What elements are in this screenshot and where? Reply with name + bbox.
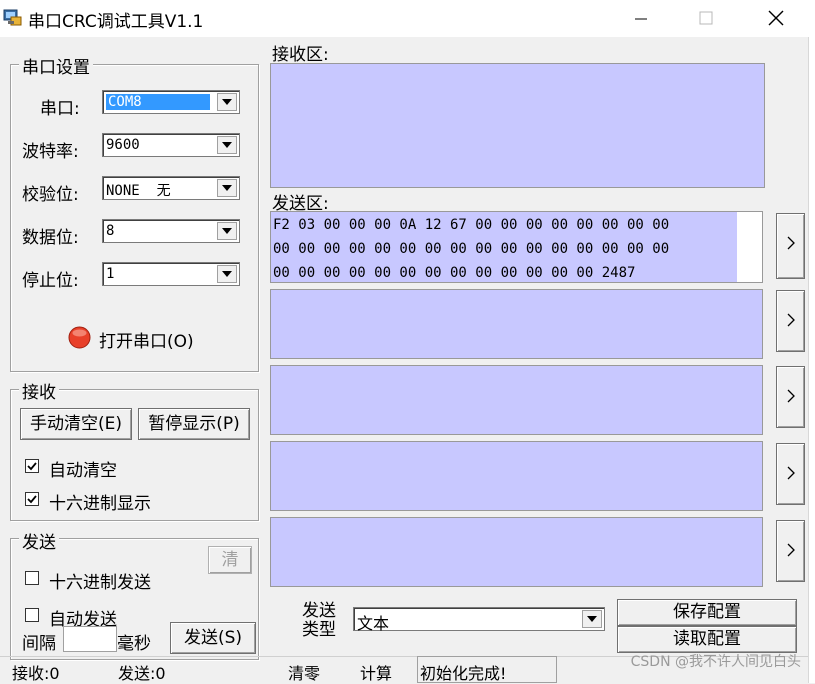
stopbits-select[interactable]: 1 (102, 262, 240, 286)
port-select[interactable]: COM8 (102, 90, 240, 114)
baud-value: 9600 (106, 137, 140, 153)
send-textarea-4[interactable] (270, 441, 763, 511)
save-config-button[interactable]: 保存配置 (617, 599, 797, 626)
open-port-label: 打开串口(O) (99, 332, 194, 352)
open-port-button[interactable]: 打开串口(O) (68, 325, 218, 352)
minimize-icon (635, 18, 647, 20)
checkmark-icon (27, 462, 37, 471)
chevron-right-icon (787, 543, 795, 557)
send-type-select[interactable]: 文本 (353, 607, 605, 633)
parity-value: NONE 无 (106, 183, 171, 199)
baud-label: 波特率: (22, 142, 79, 162)
parity-dropdown-button[interactable] (217, 179, 237, 197)
manual-clear-button[interactable]: 手动清空(E) (20, 408, 132, 440)
baud-dropdown-button[interactable] (217, 136, 237, 154)
maximize-button[interactable] (676, 0, 736, 37)
hex-send-checkbox[interactable] (25, 571, 39, 585)
send-textarea-2[interactable] (270, 289, 763, 359)
interval-input[interactable] (63, 626, 117, 652)
chevron-right-icon (787, 466, 795, 480)
port-dropdown-button[interactable] (217, 93, 237, 111)
chevron-down-icon (587, 616, 597, 622)
stop-circle-icon (68, 326, 91, 349)
send-row-5-button[interactable] (776, 520, 805, 582)
send-row-3-button[interactable] (776, 366, 805, 428)
stopbits-dropdown-button[interactable] (217, 265, 237, 283)
pause-display-button[interactable]: 暂停显示(P) (138, 408, 250, 440)
stopbits-value: 1 (106, 266, 115, 282)
window-edge (808, 37, 815, 683)
send-row-1-button[interactable] (776, 213, 805, 279)
chevron-down-icon (222, 228, 232, 234)
send-textarea-5[interactable] (270, 517, 763, 587)
parity-label: 校验位: (22, 185, 79, 205)
load-config-button[interactable]: 读取配置 (617, 626, 797, 653)
serial-settings-title: 串口设置 (19, 53, 93, 78)
send-group-title: 发送 (19, 528, 59, 553)
hex-display-checkbox[interactable] (25, 492, 39, 506)
interval-label: 间隔 (22, 634, 56, 654)
send-type-label-1: 发送 (302, 601, 336, 621)
close-button[interactable] (746, 0, 806, 37)
app-icon[interactable] (3, 7, 23, 27)
stopbits-label: 停止位: (22, 271, 79, 291)
status-calc-button[interactable]: 计算 (360, 660, 392, 684)
send-box-1[interactable]: F2 03 00 00 00 0A 12 67 00 00 00 00 00 0… (270, 211, 763, 283)
interval-unit: 毫秒 (117, 634, 151, 654)
send-type-label-2: 类型 (302, 620, 336, 640)
chevron-down-icon (222, 99, 232, 105)
watermark: CSDN @我不许人间见白头 (630, 654, 801, 670)
chevron-right-icon (787, 389, 795, 403)
send-type-dropdown-button[interactable] (582, 610, 602, 628)
receive-group-title: 接收 (19, 378, 59, 403)
window-title: 串口CRC调试工具V1.1 (28, 12, 204, 32)
databits-dropdown-button[interactable] (217, 222, 237, 240)
auto-clear-checkbox[interactable] (25, 459, 39, 473)
parity-select[interactable]: NONE 无 (102, 176, 240, 200)
hex-send-label: 十六进制发送 (49, 573, 151, 593)
auto-clear-label: 自动清空 (49, 461, 117, 481)
minimize-button[interactable] (611, 0, 671, 37)
port-label: 串口: (40, 99, 80, 119)
send-textarea-1[interactable]: F2 03 00 00 00 0A 12 67 00 00 00 00 00 0… (271, 212, 737, 282)
baud-select[interactable]: 9600 (102, 133, 240, 157)
auto-send-checkbox[interactable] (25, 608, 39, 622)
chevron-right-icon (787, 313, 795, 327)
maximize-icon (699, 11, 713, 25)
receive-textarea[interactable] (270, 63, 765, 188)
status-message: 初始化完成! (420, 664, 507, 683)
databits-label: 数据位: (22, 228, 79, 248)
chevron-right-icon (787, 236, 795, 250)
status-send-count: 发送:0 (118, 664, 166, 683)
port-value: COM8 (106, 94, 210, 110)
send-type-value: 文本 (357, 614, 390, 633)
status-clear-button[interactable]: 清零 (288, 660, 320, 684)
close-icon (768, 10, 784, 26)
databits-value: 8 (106, 223, 115, 239)
receive-area-label: 接收区: (272, 45, 329, 65)
send-button[interactable]: 发送(S) (170, 622, 256, 654)
hex-display-label: 十六进制显示 (49, 494, 151, 514)
chevron-down-icon (222, 271, 232, 277)
send-clear-button[interactable]: 清 (208, 546, 252, 574)
send-row-4-button[interactable] (776, 443, 805, 505)
databits-select[interactable]: 8 (102, 219, 240, 243)
status-message-field: 初始化完成! (417, 656, 557, 683)
status-receive-count: 接收:0 (12, 664, 60, 683)
send-textarea-3[interactable] (270, 365, 763, 435)
chevron-down-icon (222, 185, 232, 191)
checkmark-icon (27, 495, 37, 504)
send-row-2-button[interactable] (776, 290, 805, 352)
chevron-down-icon (222, 142, 232, 148)
